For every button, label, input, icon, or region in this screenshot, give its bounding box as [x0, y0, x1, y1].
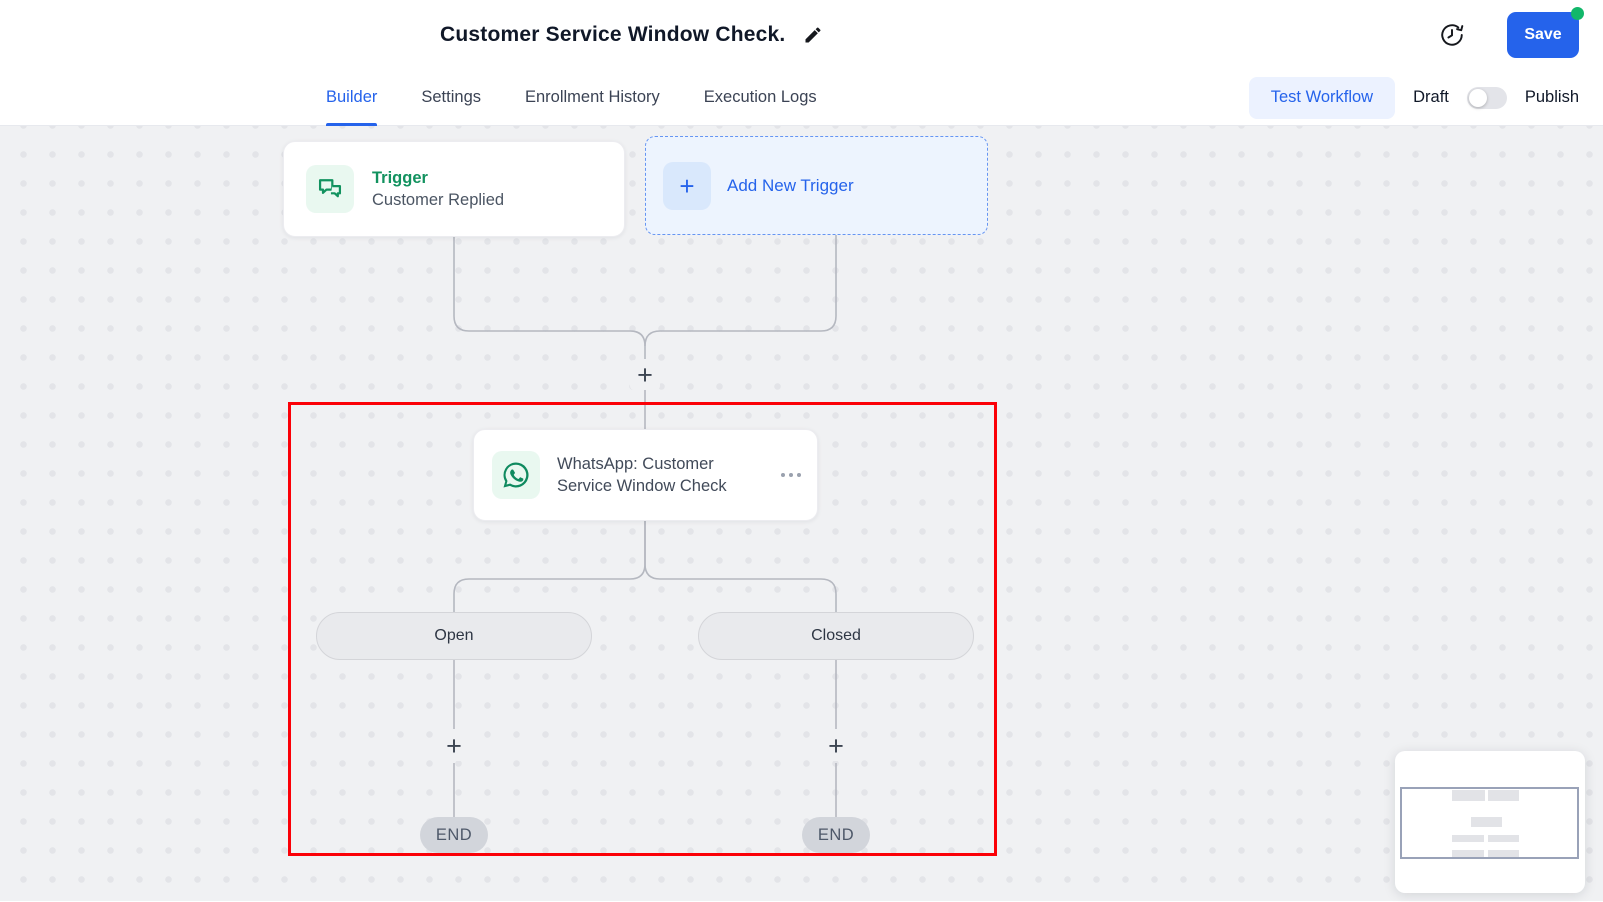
history-clock-icon[interactable]: [1439, 22, 1465, 48]
tabbar-actions: Test Workflow Draft Publish: [1249, 69, 1579, 126]
tab-settings[interactable]: Settings: [421, 69, 481, 126]
branch-open[interactable]: Open: [316, 612, 592, 660]
save-button-label: Save: [1524, 26, 1561, 43]
whatsapp-icon-square: [492, 451, 540, 499]
trigger-type-label: Trigger: [372, 169, 504, 188]
plus-icon: +: [679, 173, 694, 199]
add-new-trigger-button[interactable]: + Add New Trigger: [645, 136, 988, 235]
unsaved-changes-badge: [1571, 7, 1584, 20]
toggle-knob: [1469, 89, 1487, 107]
workflow-title-group: Customer Service Window Check.: [440, 0, 823, 69]
end-node-closed-branch: END: [802, 817, 870, 853]
branch-closed[interactable]: Closed: [698, 612, 974, 660]
whatsapp-action-node[interactable]: WhatsApp: Customer Service Window Check: [473, 429, 818, 521]
trigger-node[interactable]: Trigger Customer Replied: [283, 141, 625, 237]
tabs: Builder Settings Enrollment History Exec…: [326, 69, 817, 126]
trigger-icon-square: [306, 165, 354, 213]
tab-execution-logs[interactable]: Execution Logs: [704, 69, 817, 126]
plus-icon-square: +: [663, 162, 711, 210]
add-new-trigger-label: Add New Trigger: [727, 176, 854, 196]
add-step-button-open-branch[interactable]: +: [439, 731, 469, 761]
save-button[interactable]: Save: [1507, 12, 1579, 58]
tab-bar: Builder Settings Enrollment History Exec…: [0, 69, 1603, 126]
header-actions: Save: [1439, 0, 1579, 69]
publish-label: Publish: [1525, 88, 1579, 107]
add-step-button-closed-branch[interactable]: +: [821, 731, 851, 761]
whatsapp-node-title: WhatsApp: Customer Service Window Check: [557, 453, 762, 498]
whatsapp-icon: [501, 460, 531, 490]
trigger-name-label: Customer Replied: [372, 191, 504, 210]
add-step-button[interactable]: +: [630, 360, 660, 390]
tab-builder[interactable]: Builder: [326, 69, 377, 126]
minimap[interactable]: [1395, 751, 1585, 893]
draft-publish-toggle[interactable]: [1467, 87, 1507, 109]
edit-title-icon[interactable]: [803, 25, 823, 45]
workflow-canvas[interactable]: Trigger Customer Replied + Add New Trigg…: [0, 126, 1603, 901]
chat-bubbles-icon: [316, 175, 344, 203]
draft-label: Draft: [1413, 88, 1449, 107]
minimap-viewport[interactable]: [1400, 787, 1579, 859]
tab-enrollment-history[interactable]: Enrollment History: [525, 69, 660, 126]
trigger-node-text: Trigger Customer Replied: [372, 169, 504, 210]
node-more-menu-icon[interactable]: [779, 467, 803, 483]
header: Customer Service Window Check. Save: [0, 0, 1603, 69]
page-title: Customer Service Window Check.: [440, 23, 785, 47]
end-node-open-branch: END: [420, 817, 488, 853]
test-workflow-button[interactable]: Test Workflow: [1249, 77, 1395, 119]
